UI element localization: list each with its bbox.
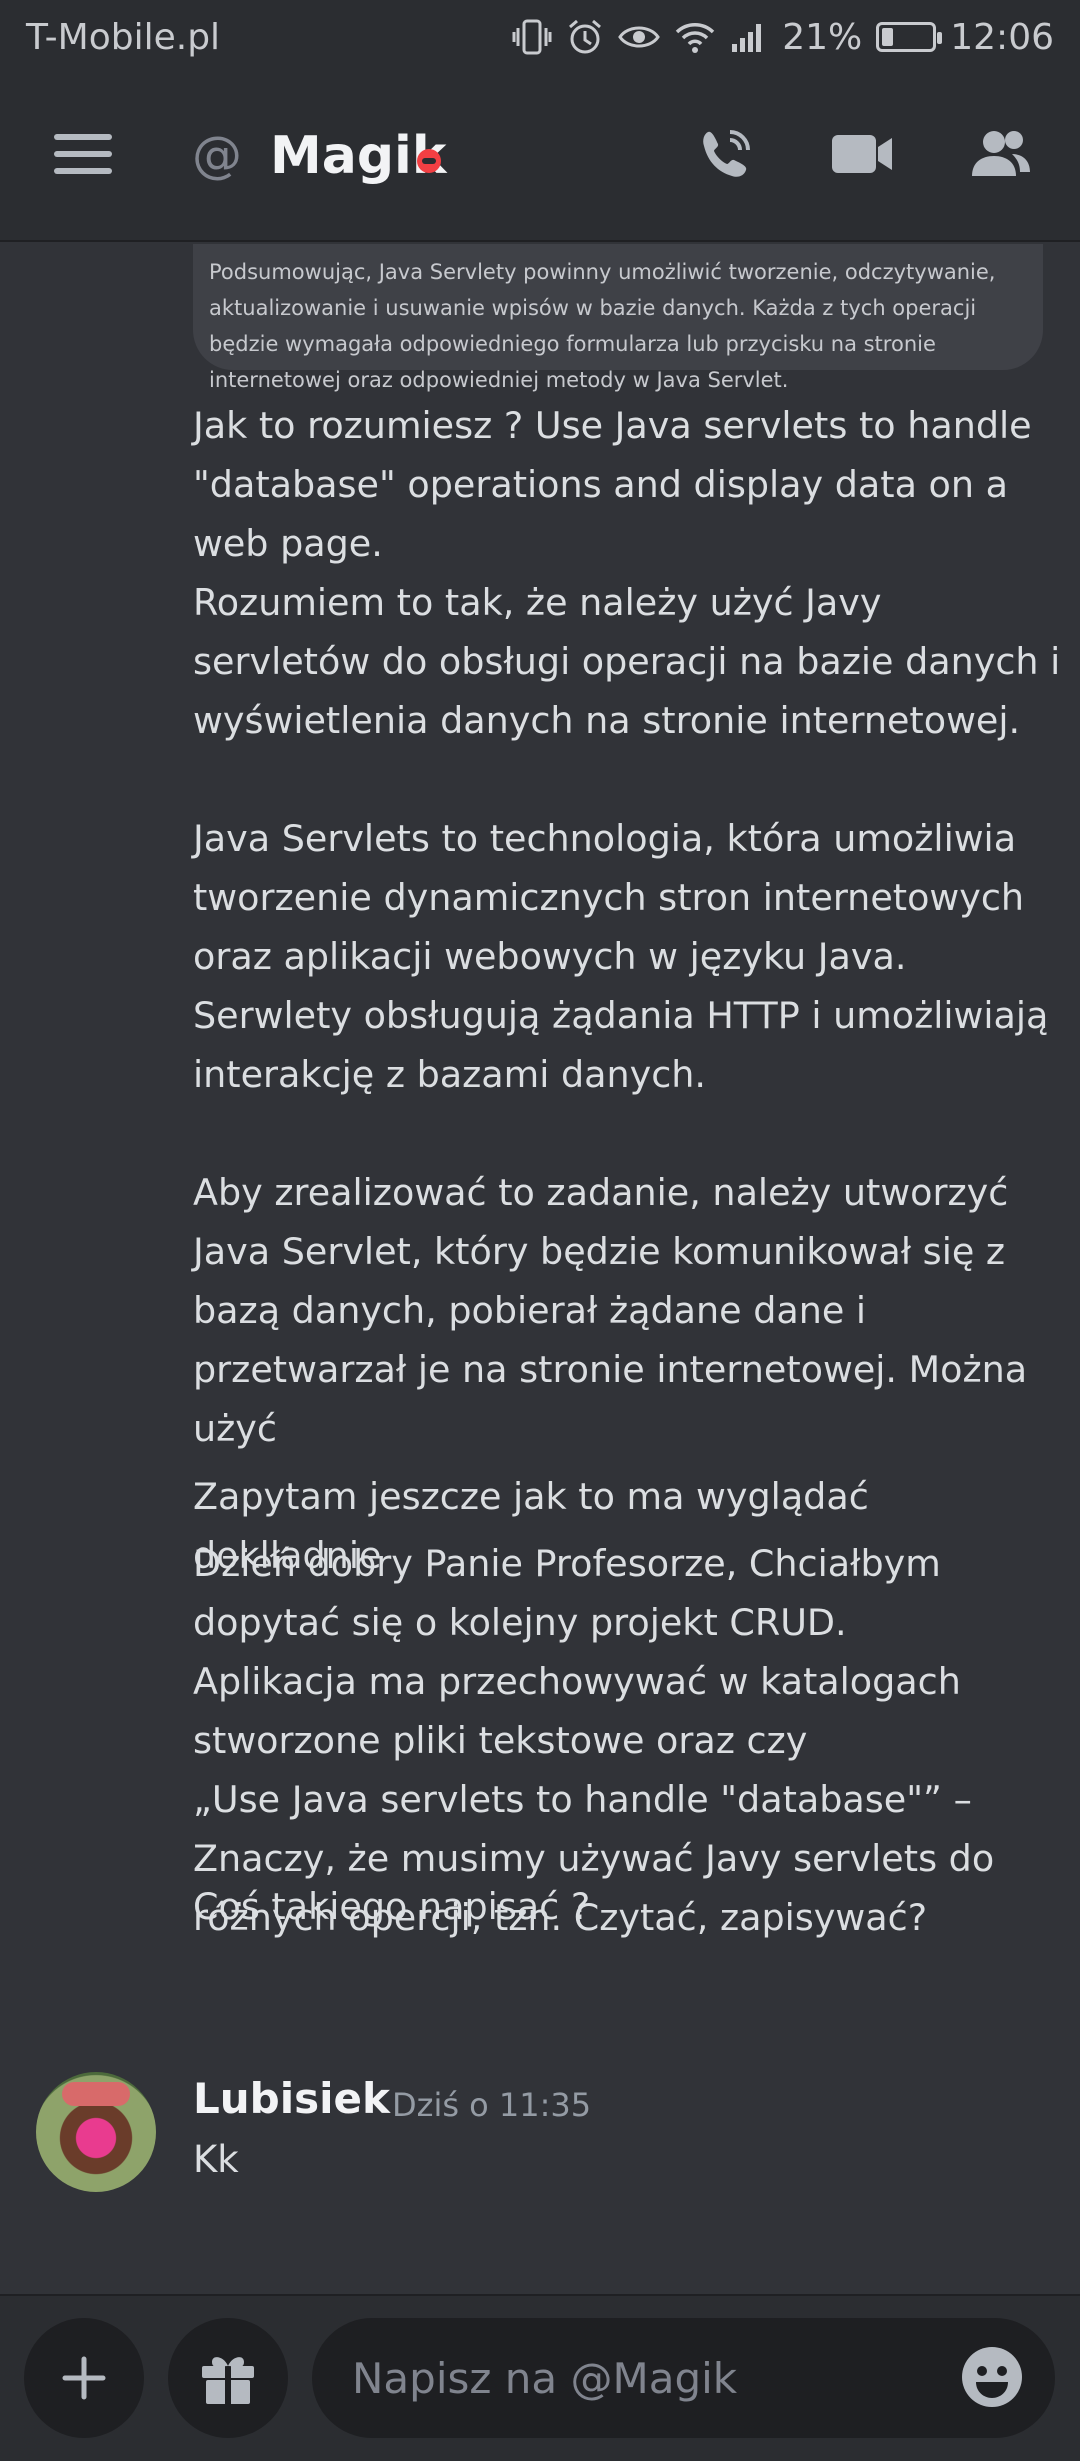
- message-composer: Napisz na @Magik: [0, 2294, 1080, 2461]
- menu-icon[interactable]: [54, 134, 112, 180]
- voice-call-icon[interactable]: [696, 124, 756, 188]
- gift-button[interactable]: [168, 2318, 288, 2438]
- alarm-icon: [566, 18, 604, 56]
- message-input-placeholder: Napisz na @Magik: [352, 2353, 738, 2403]
- gift-icon: [202, 2357, 254, 2404]
- plus-icon: [62, 2356, 106, 2400]
- status-bar: T-Mobile.pl 21% 12:06: [0, 0, 1080, 74]
- at-icon: @: [192, 126, 242, 184]
- clock: 12:06: [950, 16, 1054, 58]
- channel-header: @ Magik: [0, 74, 1080, 242]
- message-text: Jak to rozumiesz ? Use Java servlets to …: [193, 404, 1061, 1450]
- emoji-button[interactable]: [959, 2344, 1025, 2420]
- battery-percent: 21%: [782, 16, 863, 58]
- message-text: Kk: [193, 2138, 239, 2181]
- video-call-icon[interactable]: [830, 131, 894, 181]
- message-list[interactable]: Podsumowując, Java Servlety powinny umoż…: [0, 244, 1080, 2294]
- message-embed: Podsumowując, Java Servlety powinny umoż…: [193, 244, 1043, 392]
- message-text: Coś takiego napisać ?: [193, 1885, 591, 1928]
- emoji-icon: [962, 2347, 1022, 2407]
- add-attachment-button[interactable]: [24, 2318, 144, 2438]
- vibrate-icon: [512, 18, 552, 56]
- message-author[interactable]: Lubisiek: [193, 2074, 390, 2123]
- battery-level: [882, 28, 894, 46]
- header-actions: [696, 124, 1032, 188]
- members-icon[interactable]: [968, 126, 1032, 186]
- message-timestamp: Dziś o 11:35: [392, 2086, 592, 2124]
- battery-icon: [876, 22, 943, 52]
- avatar[interactable]: [36, 2072, 156, 2192]
- wifi-icon: [674, 20, 716, 54]
- message-input[interactable]: Napisz na @Magik: [312, 2318, 1055, 2438]
- dnd-status-icon: [417, 149, 441, 173]
- eye-icon: [618, 22, 661, 52]
- status-icons: 21% 12:06: [512, 17, 1054, 58]
- carrier-label: T-Mobile.pl: [26, 16, 221, 58]
- signal-icon: [730, 20, 768, 54]
